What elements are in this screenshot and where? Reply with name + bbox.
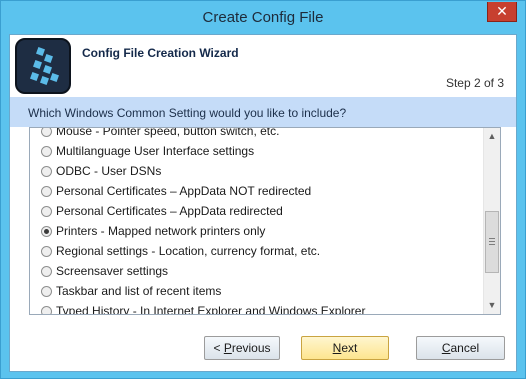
question-text: Which Windows Common Setting would you l…	[28, 106, 347, 120]
radio-icon[interactable]	[41, 266, 52, 277]
close-icon: ✕	[496, 3, 508, 19]
grip-line	[489, 238, 495, 239]
close-button[interactable]: ✕	[487, 2, 517, 22]
option-row[interactable]: Typed History - In Internet Explorer and…	[30, 301, 484, 315]
step-indicator: Step 2 of 3	[445, 76, 504, 90]
option-row[interactable]: Screensaver settings	[30, 261, 484, 281]
option-row[interactable]: Personal Certificates – AppData NOT redi…	[30, 181, 484, 201]
scroll-thumb[interactable]	[485, 211, 499, 273]
option-row[interactable]: Regional settings - Location, currency f…	[30, 241, 484, 261]
window-title: Create Config File	[202, 9, 324, 26]
grip-line	[489, 244, 495, 245]
title-bar[interactable]: Create Config File ✕	[1, 1, 525, 34]
option-row[interactable]: Personal Certificates – AppData redirect…	[30, 201, 484, 221]
next-button[interactable]: Next	[301, 336, 389, 360]
app-logo-icon	[15, 38, 71, 94]
option-label: Screensaver settings	[56, 264, 169, 278]
chevron-down-icon: ▼	[487, 300, 497, 310]
option-label: Mouse - Pointer speed, button switch, et…	[56, 127, 280, 138]
next-label: ext	[341, 341, 358, 355]
option-row[interactable]: Multilanguage User Interface settings	[30, 141, 484, 161]
option-label: Taskbar and list of recent items	[56, 284, 222, 298]
radio-icon[interactable]	[41, 186, 52, 197]
previous-mnemonic: P	[223, 341, 232, 355]
settings-list: Mouse - Pointer speed, button switch, et…	[30, 127, 484, 315]
option-row[interactable]: ODBC - User DSNs	[30, 161, 484, 181]
radio-icon[interactable]	[41, 146, 52, 157]
wizard-window: Create Config File ✕ Config File Creatio…	[0, 0, 526, 379]
radio-selected-icon[interactable]	[41, 226, 52, 237]
scroll-down-button[interactable]: ▼	[484, 297, 500, 314]
option-row[interactable]: Taskbar and list of recent items	[30, 281, 484, 301]
option-label: ODBC - User DSNs	[56, 164, 162, 178]
option-label: Personal Certificates – AppData redirect…	[56, 204, 283, 218]
radio-icon[interactable]	[41, 306, 52, 314]
wizard-client-area: Config File Creation Wizard Step 2 of 3 …	[9, 34, 517, 372]
option-row[interactable]: Mouse - Pointer speed, button switch, et…	[30, 127, 484, 141]
radio-icon[interactable]	[41, 206, 52, 217]
scroll-up-button[interactable]: ▲	[484, 128, 500, 145]
previous-lead: <	[213, 341, 224, 355]
previous-label: revious	[231, 341, 271, 355]
chevron-up-icon: ▲	[487, 131, 497, 141]
wizard-title: Config File Creation Wizard	[82, 46, 239, 60]
option-label: Personal Certificates – AppData NOT redi…	[56, 184, 312, 198]
previous-button[interactable]: < Previous	[204, 336, 280, 360]
grip-line	[489, 241, 495, 242]
wizard-header: Config File Creation Wizard Step 2 of 3	[10, 35, 516, 97]
radio-icon[interactable]	[41, 166, 52, 177]
cancel-label: ancel	[450, 341, 480, 355]
settings-listbox[interactable]: Mouse - Pointer speed, button switch, et…	[29, 127, 501, 315]
option-label: Regional settings - Location, currency f…	[56, 244, 321, 258]
vertical-scrollbar[interactable]: ▲ ▼	[483, 128, 500, 314]
option-label: Typed History - In Internet Explorer and…	[56, 304, 366, 315]
radio-icon[interactable]	[41, 286, 52, 297]
option-row[interactable]: Printers - Mapped network printers only	[30, 221, 484, 241]
option-label: Multilanguage User Interface settings	[56, 144, 255, 158]
radio-icon[interactable]	[41, 246, 52, 257]
radio-icon[interactable]	[41, 128, 52, 137]
cancel-button[interactable]: Cancel	[416, 336, 505, 360]
question-band: Which Windows Common Setting would you l…	[10, 97, 516, 127]
option-label: Printers - Mapped network printers only	[56, 224, 266, 238]
